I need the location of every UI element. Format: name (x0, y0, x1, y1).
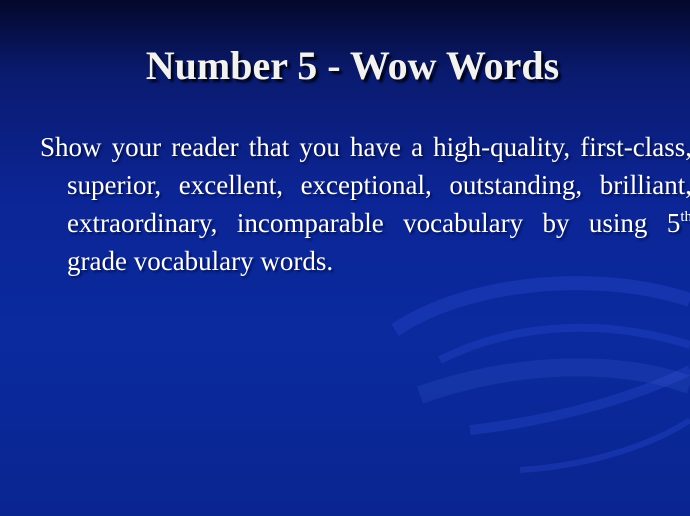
body-text-main: Show your reader that you have a high-qu… (40, 132, 690, 238)
body-text-end: grade vocabulary words. (67, 246, 334, 276)
ordinal-superscript: th (680, 209, 690, 225)
slide-title: Number 5 - Wow Words (145, 43, 560, 88)
slide: Number 5 - Wow Words Show your reader th… (0, 0, 690, 516)
slide-body-text: Show your reader that you have a high-qu… (40, 128, 690, 280)
